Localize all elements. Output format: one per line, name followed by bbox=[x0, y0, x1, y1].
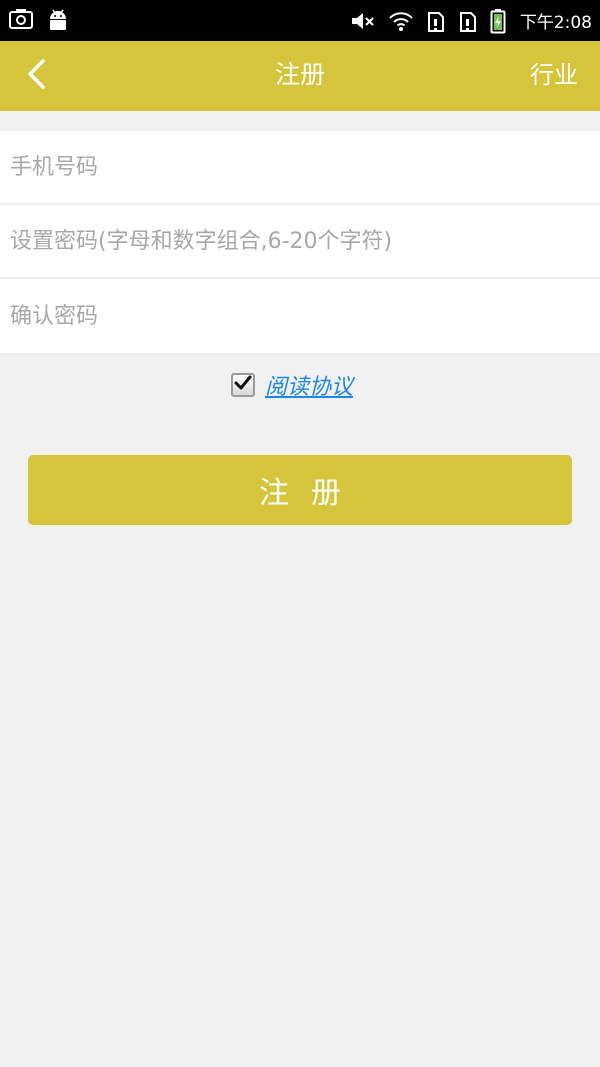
sim-1-icon bbox=[426, 9, 446, 37]
sim-2-icon bbox=[458, 9, 478, 37]
android-icon bbox=[46, 8, 70, 36]
confirm-password-input[interactable] bbox=[10, 303, 590, 329]
page-title: 注册 bbox=[274, 60, 325, 89]
wifi-icon bbox=[388, 9, 414, 37]
status-time: 下午2:08 bbox=[519, 13, 592, 33]
checkmark-icon bbox=[233, 373, 253, 397]
screenshot-icon bbox=[8, 8, 34, 36]
industry-button[interactable]: 行业 bbox=[530, 41, 578, 111]
phone-row bbox=[0, 131, 600, 205]
register-form bbox=[0, 131, 600, 353]
back-button[interactable] bbox=[14, 53, 58, 99]
agreement-link[interactable]: 阅读协议 bbox=[265, 369, 353, 401]
register-button[interactable]: 注册 bbox=[28, 455, 572, 525]
password-row bbox=[0, 205, 600, 279]
status-bar: 下午2:08 bbox=[0, 0, 600, 41]
password-input[interactable] bbox=[10, 228, 590, 254]
agreement-row: 阅读协议 bbox=[231, 370, 353, 400]
app-bar: 注册 行业 bbox=[0, 41, 600, 111]
phone-input[interactable] bbox=[10, 154, 590, 180]
mute-icon bbox=[350, 9, 376, 37]
battery-charging-icon bbox=[490, 8, 506, 38]
confirm-password-row bbox=[0, 279, 600, 353]
agreement-checkbox[interactable] bbox=[231, 373, 255, 397]
chevron-left-icon bbox=[25, 58, 47, 94]
